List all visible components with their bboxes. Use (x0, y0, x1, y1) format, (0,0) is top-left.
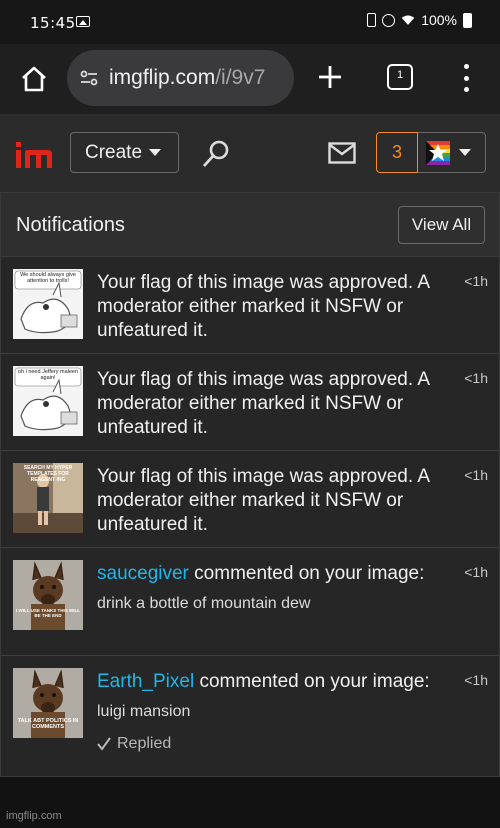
new-tab-icon[interactable] (315, 62, 345, 92)
thumbnail-caption: TALK ABT POLITICS IN COMMENTS (17, 718, 79, 730)
replied-label: Replied (117, 735, 172, 752)
comment-text: luigi mansion (97, 703, 191, 720)
thumbnail-caption: SEARCH MY HYPER TEMPLATES FOR REAGENT IN… (23, 465, 73, 483)
notifications-panel: Notifications View All We should always … (0, 192, 500, 777)
notifications-count-button[interactable]: 3 (376, 132, 418, 173)
panel-header: Notifications View All (1, 193, 499, 257)
notification-item[interactable]: We should always give attention to troll… (1, 257, 499, 354)
notification-thumbnail[interactable]: We should always give attention to troll… (13, 269, 83, 339)
username-link[interactable]: Earth_Pixel (97, 671, 194, 692)
notification-action: commented on your image: (194, 671, 430, 692)
more-options-icon[interactable] (458, 64, 474, 92)
browser-toolbar: imgflip.com/i/9v7 1 (0, 44, 500, 114)
url-text[interactable]: imgflip.com/i/9v7 (109, 66, 265, 90)
chevron-down-icon (459, 149, 471, 156)
alarm-icon (382, 13, 396, 27)
notification-time: <1h (464, 672, 488, 688)
gallery-notification-icon (76, 16, 90, 27)
create-dropdown-button[interactable]: Create (70, 132, 179, 173)
thumbnail-caption: oh i need Jeffery maleen again! (17, 369, 79, 381)
notification-action: commented on your image: (188, 563, 425, 584)
panel-title: Notifications (16, 214, 125, 236)
notification-thumbnail[interactable]: TALK ABT POLITICS IN COMMENTS (13, 668, 83, 738)
create-label: Create (85, 141, 143, 163)
status-bar: 15:45 100% (0, 0, 500, 44)
notification-thumbnail[interactable]: oh i need Jeffery maleen again! (13, 366, 83, 436)
mail-icon[interactable] (328, 142, 356, 164)
check-icon (97, 737, 111, 751)
url-path: /i/9v7 (215, 66, 266, 89)
address-bar[interactable]: imgflip.com/i/9v7 (67, 50, 294, 106)
notification-thumbnail[interactable]: I WILL USE TANKS THIS WILL BE THE END (13, 560, 83, 630)
user-menu-button[interactable] (418, 132, 486, 173)
notification-time: <1h (464, 273, 488, 289)
notification-time: <1h (464, 370, 488, 386)
notification-text: saucegiver commented on your image: drin… (97, 562, 447, 614)
replied-indicator: Replied (97, 732, 447, 756)
username-link[interactable]: saucegiver (97, 563, 189, 584)
notification-text: Your flag of this image was approved. A … (97, 369, 430, 438)
status-icons: 100% (367, 12, 472, 28)
search-icon[interactable] (200, 138, 232, 170)
watermark: imgflip.com (6, 810, 62, 822)
notification-item[interactable]: SEARCH MY HYPER TEMPLATES FOR REAGENT IN… (1, 451, 499, 548)
url-host: imgflip.com (109, 66, 216, 89)
battery-icon (463, 12, 472, 28)
avatar (426, 140, 450, 165)
notification-time: <1h (464, 467, 488, 483)
notification-text: Earth_Pixel commented on your image: lui… (97, 670, 447, 756)
notification-text: Your flag of this image was approved. A … (97, 272, 430, 341)
thumbnail-caption: We should always give attention to troll… (20, 272, 76, 284)
status-time: 15:45 (30, 14, 76, 32)
comment-text: drink a bottle of mountain dew (97, 595, 311, 612)
wifi-icon (401, 15, 415, 25)
site-header: Create 3 (0, 114, 500, 192)
chevron-down-icon (149, 149, 162, 156)
site-settings-icon[interactable] (79, 68, 99, 88)
notification-thumbnail[interactable]: SEARCH MY HYPER TEMPLATES FOR REAGENT IN… (13, 463, 83, 533)
tabs-count: 1 (396, 69, 404, 81)
imgflip-logo[interactable] (14, 140, 56, 170)
notification-item[interactable]: I WILL USE TANKS THIS WILL BE THE END sa… (1, 548, 499, 656)
notification-time: <1h (464, 564, 488, 580)
thumbnail-caption: I WILL USE TANKS THIS WILL BE THE END (15, 608, 81, 618)
home-icon[interactable] (19, 64, 49, 94)
notification-item[interactable]: oh i need Jeffery maleen again! Your fla… (1, 354, 499, 451)
tab-switcher-button[interactable]: 1 (387, 64, 413, 90)
battery-saver-icon (367, 13, 377, 27)
notification-item[interactable]: TALK ABT POLITICS IN COMMENTS Earth_Pixe… (1, 656, 499, 776)
dog-image-icon (13, 560, 83, 630)
view-all-button[interactable]: View All (398, 206, 485, 244)
notification-text: Your flag of this image was approved. A … (97, 466, 430, 535)
battery-percent: 100% (421, 12, 457, 28)
